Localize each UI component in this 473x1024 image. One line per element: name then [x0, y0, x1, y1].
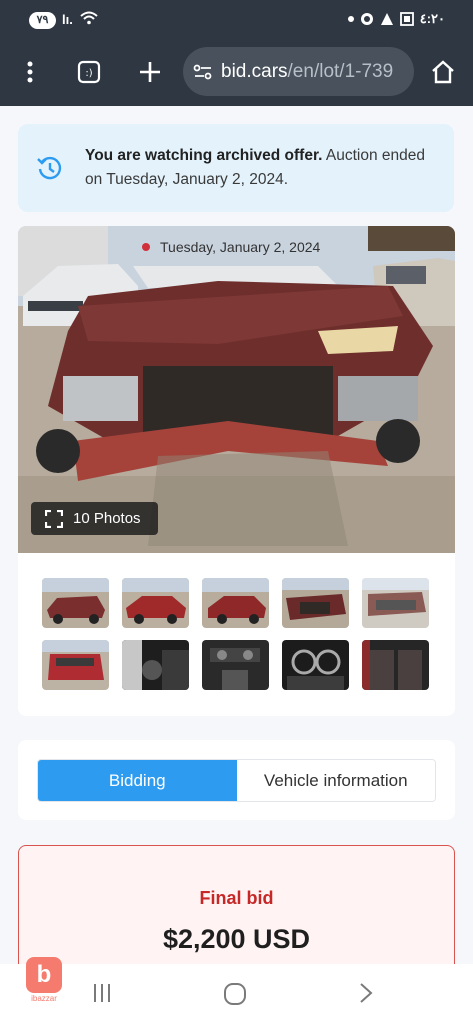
thumbnail[interactable]	[42, 640, 109, 690]
expand-icon	[45, 509, 63, 528]
more-vert-icon[interactable]	[15, 57, 45, 87]
svg-text::): :)	[85, 68, 92, 79]
thumbnail-grid	[42, 578, 432, 690]
thumbnail[interactable]	[122, 578, 189, 628]
thumbnail[interactable]	[122, 640, 189, 690]
page-content: You are watching archived offer. Auction…	[0, 106, 473, 964]
url-bar[interactable]: bid.cars/en/lot/1-739	[183, 47, 414, 96]
tab-bidding[interactable]: Bidding	[38, 760, 237, 801]
thumbnail[interactable]	[362, 640, 429, 690]
thumbnail[interactable]	[282, 578, 349, 628]
status-bar: ٧٩ lı. ٤:٢٠	[0, 0, 473, 40]
main-photo[interactable]: Tuesday, January 2, 2024 10 Photos	[18, 226, 455, 553]
wifi-icon	[80, 11, 98, 25]
warning-icon	[380, 13, 393, 25]
system-nav-bar: b ibazzar	[0, 957, 473, 1024]
thumbnail[interactable]	[282, 640, 349, 690]
whatsapp-icon	[360, 13, 373, 25]
status-right: ٤:٢٠	[347, 11, 445, 27]
plus-icon[interactable]	[135, 57, 165, 87]
live-dot-icon	[142, 243, 150, 251]
screenshot-icon	[399, 12, 414, 26]
archived-notice: You are watching archived offer. Auction…	[18, 124, 454, 212]
home-icon[interactable]	[428, 57, 458, 87]
thumbnail[interactable]	[202, 640, 269, 690]
thumbnail[interactable]	[362, 578, 429, 628]
home-button-icon[interactable]	[223, 982, 247, 1006]
lot-tabs: Bidding Vehicle information	[37, 759, 436, 802]
clock-time: ٤:٢٠	[419, 11, 445, 26]
gallery-card: Tuesday, January 2, 2024 10 Photos	[18, 226, 455, 716]
final-bid-value: $2,200 USD	[162, 924, 311, 954]
thumbnail[interactable]	[202, 578, 269, 628]
final-bid-label: Final bid	[199, 888, 274, 908]
tab-switcher-button[interactable]: :)	[74, 57, 104, 87]
recent-apps-icon[interactable]	[92, 982, 112, 1004]
thumbnail[interactable]	[42, 578, 109, 628]
tabs-card: Bidding Vehicle information	[18, 740, 455, 820]
auction-date-tag: Tuesday, January 2, 2024	[142, 239, 320, 255]
signal-icon: lı.	[62, 12, 73, 27]
photos-button[interactable]: 10 Photos	[31, 502, 158, 535]
back-icon[interactable]	[357, 982, 375, 1004]
final-bid-card: Final bid $2,200 USD	[18, 845, 455, 964]
site-settings-icon[interactable]	[193, 63, 213, 81]
notification-badge: ٧٩	[29, 12, 56, 29]
tab-vehicle-information[interactable]: Vehicle information	[236, 760, 435, 801]
ibazzar-watermark-logo: b ibazzar	[24, 957, 64, 1005]
history-icon	[37, 156, 62, 180]
browser-toolbar: :) bid.cars/en/lot/1-739	[0, 40, 473, 106]
url-text: bid.cars/en/lot/1-739	[221, 60, 394, 82]
archived-message: You are watching archived offer. Auction…	[85, 147, 426, 188]
dot-icon	[347, 16, 354, 22]
